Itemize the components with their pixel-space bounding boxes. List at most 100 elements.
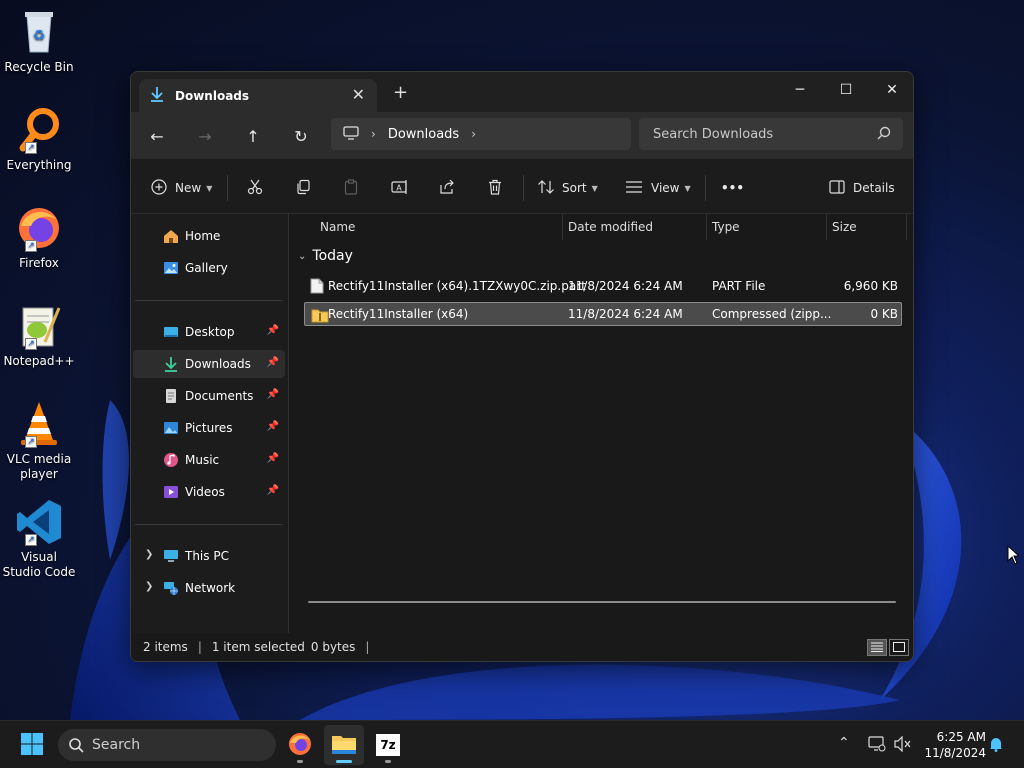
tiles-view-button[interactable]	[889, 639, 909, 656]
column-divider[interactable]	[562, 214, 563, 240]
desktop-icon-recycle-bin[interactable]: ♻ Recycle Bin	[2, 8, 76, 75]
copy-button[interactable]	[295, 176, 311, 200]
network-status-icon[interactable]	[868, 736, 886, 756]
sidebar-item-gallery[interactable]: Gallery	[133, 254, 285, 282]
chevron-down-icon: ▼	[684, 183, 691, 193]
new-label: New	[175, 181, 202, 195]
breadcrumb[interactable]: › Downloads ›	[331, 118, 631, 150]
pin-icon[interactable]: 📌	[267, 453, 279, 464]
column-header-type[interactable]: Type	[712, 220, 740, 234]
sidebar-item-this-pc[interactable]: ❯ This PC	[133, 542, 285, 570]
minimize-button[interactable]: ─	[777, 76, 823, 104]
search-input[interactable]: Search Downloads	[639, 118, 903, 150]
svg-text:♻: ♻	[33, 28, 46, 44]
column-header-size[interactable]: Size	[832, 220, 857, 234]
pin-icon[interactable]: 📌	[267, 357, 279, 368]
pin-icon[interactable]: 📌	[267, 485, 279, 496]
desktop-icon-label: Firefox	[19, 256, 59, 270]
chevron-right-icon[interactable]: ›	[471, 127, 476, 141]
file-explorer-icon	[331, 733, 357, 758]
sidebar-item-desktop[interactable]: Desktop 📌	[133, 318, 285, 346]
chevron-down-icon: ▼	[591, 183, 598, 193]
taskbar-app-7zip[interactable]: 7z	[368, 725, 408, 765]
rename-button[interactable]: A	[391, 176, 409, 200]
chevron-right-icon[interactable]: ❯	[145, 549, 153, 560]
chevron-right-icon[interactable]: ❯	[145, 581, 153, 592]
sidebar-item-documents[interactable]: Documents 📌	[133, 382, 285, 410]
chevron-right-icon[interactable]: ›	[371, 127, 376, 141]
sidebar-item-home[interactable]: Home	[133, 222, 285, 250]
sidebar-item-music[interactable]: Music 📌	[133, 446, 285, 474]
sidebar-item-label: Network	[185, 581, 236, 595]
details-view-button[interactable]	[867, 639, 887, 656]
everything-search-icon: ↗	[15, 106, 63, 154]
tab-close-icon[interactable]: ✕	[352, 85, 365, 104]
desktop-icon-label: Notepad++	[3, 354, 75, 368]
column-divider[interactable]	[906, 214, 907, 240]
desktop-icon-vlc[interactable]: ↗ VLC media player	[2, 400, 76, 482]
sidebar-item-downloads[interactable]: Downloads 📌	[133, 350, 285, 378]
mouse-cursor-icon	[1007, 544, 1021, 568]
pin-icon[interactable]: 📌	[267, 389, 279, 400]
column-header-date-modified[interactable]: Date modified	[568, 220, 653, 234]
column-divider[interactable]	[826, 214, 827, 240]
system-clock[interactable]: 6:25 AM 11/8/2024	[916, 729, 986, 761]
desktop-icon-firefox[interactable]: ↗ Firefox	[2, 204, 76, 271]
sidebar-item-label: Pictures	[185, 421, 233, 435]
column-divider[interactable]	[706, 214, 707, 240]
refresh-button[interactable]: ↻	[289, 124, 313, 148]
more-options-button[interactable]: •••	[721, 176, 744, 200]
up-button[interactable]: ↑	[241, 124, 265, 148]
forward-button[interactable]: →	[193, 124, 217, 148]
tab-downloads[interactable]: Downloads ✕	[139, 79, 377, 112]
maximize-button[interactable]: ☐	[823, 76, 869, 104]
monitor-icon[interactable]	[343, 125, 359, 143]
desktop-icon-everything[interactable]: ↗ Everything	[2, 106, 76, 173]
back-button[interactable]: ←	[145, 124, 169, 148]
desktop-icon-vscode[interactable]: ↗ Visual Studio Code	[2, 498, 76, 580]
breadcrumb-item-downloads[interactable]: Downloads	[388, 127, 459, 142]
taskbar-app-firefox[interactable]	[280, 725, 320, 765]
sidebar-item-label: Home	[185, 229, 221, 243]
column-header-name[interactable]: Name	[320, 220, 355, 234]
divider	[227, 175, 228, 201]
divider	[135, 524, 283, 525]
sidebar-item-pictures[interactable]: Pictures 📌	[133, 414, 285, 442]
new-tab-button[interactable]: +	[393, 82, 408, 103]
pin-icon[interactable]: 📌	[267, 421, 279, 432]
horizontal-scrollbar[interactable]	[308, 601, 896, 603]
chevron-down-icon[interactable]: ⌄	[298, 251, 306, 262]
sidebar-item-label: Desktop	[185, 325, 235, 339]
start-button[interactable]	[12, 725, 52, 765]
new-button[interactable]: New ▼	[151, 176, 212, 200]
file-name: Rectify11Installer (x64)	[328, 307, 469, 321]
notification-bell-icon[interactable]	[988, 736, 1004, 756]
view-button[interactable]: View ▼	[625, 176, 691, 200]
sidebar-item-videos[interactable]: Videos 📌	[133, 478, 285, 506]
desktop-icon-notepad-plus-plus[interactable]: ↗ Notepad++	[2, 302, 76, 369]
divider	[705, 175, 706, 201]
close-button[interactable]: ✕	[869, 76, 913, 104]
7zip-icon: 7z	[376, 734, 400, 756]
sort-button[interactable]: Sort ▼	[537, 176, 598, 200]
share-button[interactable]	[439, 176, 455, 200]
group-header-today[interactable]: ⌄ Today	[298, 248, 353, 264]
cut-button[interactable]	[247, 176, 263, 200]
chevron-up-icon[interactable]: ⌃	[838, 735, 850, 751]
file-row[interactable]: Rectify11Installer (x64).1TZXwy0C.zip.pa…	[304, 274, 902, 298]
volume-muted-icon[interactable]	[894, 735, 912, 756]
shortcut-arrow-icon: ↗	[25, 436, 37, 448]
delete-button[interactable]	[487, 176, 503, 200]
desktop-icon-label: Visual Studio Code	[2, 550, 76, 579]
taskbar-search-input[interactable]: Search	[58, 729, 276, 761]
file-row[interactable]: Rectify11Installer (x64) 11/8/2024 6:24 …	[304, 302, 902, 326]
vscode-icon: ↗	[15, 498, 63, 546]
firefox-icon	[288, 732, 312, 759]
running-indicator	[385, 760, 391, 763]
details-pane-button[interactable]: Details	[829, 176, 895, 200]
sidebar-item-network[interactable]: ❯ Network	[133, 574, 285, 602]
pin-icon[interactable]: 📌	[267, 325, 279, 336]
file-size: 0 KB	[870, 307, 898, 321]
taskbar-app-file-explorer[interactable]	[324, 725, 364, 765]
paste-button[interactable]	[343, 176, 359, 200]
